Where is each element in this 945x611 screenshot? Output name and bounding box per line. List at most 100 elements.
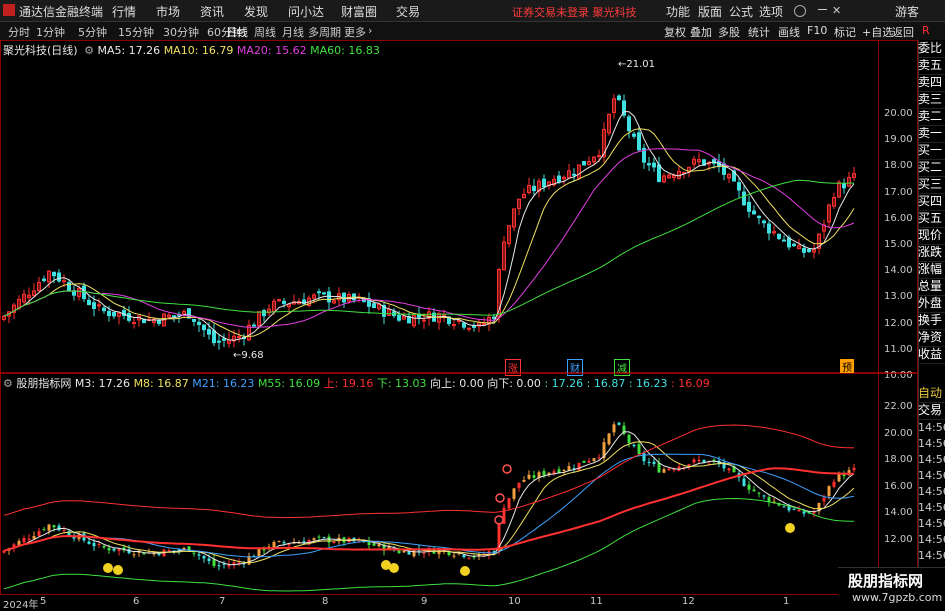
tool-draw-line[interactable]: 画线 [778, 24, 800, 40]
kline-candle [737, 182, 741, 191]
menu-options[interactable]: 选项 [759, 3, 783, 20]
sub-ytick: 20.00 [884, 427, 913, 439]
quote-row-3[interactable]: 卖三 [918, 91, 945, 109]
menu-function[interactable]: 功能 [666, 3, 690, 20]
menu-news[interactable]: 资讯 [200, 3, 224, 20]
menu-trade[interactable]: 交易 [396, 3, 420, 20]
menu-market[interactable]: 市场 [156, 3, 180, 20]
period-30min[interactable]: 30分钟 [163, 24, 199, 40]
indicator-candle [567, 466, 571, 471]
quote-row-9[interactable]: 买四 [918, 193, 945, 211]
ma5-line [3, 110, 855, 341]
indicator-candle [22, 538, 26, 543]
indicator-candle [507, 498, 511, 509]
tab-trade[interactable]: 交易 [918, 402, 945, 420]
menu-ask-xiaoda[interactable]: 问小达 [288, 3, 324, 20]
kline-candle [752, 210, 756, 215]
kline-candle [207, 329, 211, 335]
period-more[interactable]: 更多 [344, 24, 366, 40]
tool-statistics[interactable]: 统计 [748, 24, 770, 40]
chevron-right-icon[interactable]: › [368, 24, 372, 37]
quote-row-18[interactable]: 收益 [918, 346, 945, 364]
indicator-candle [657, 462, 661, 473]
indicator-candle [587, 460, 591, 463]
indicator-candle [27, 538, 31, 540]
kline-candle [472, 325, 476, 328]
tool-mark[interactable]: 标记 [834, 24, 856, 40]
indicator-candle [167, 550, 171, 552]
menu-discover[interactable]: 发现 [244, 3, 268, 20]
indicator-gear-icon[interactable]: ⚙ [3, 377, 13, 390]
quote-row-5[interactable]: 卖一 [918, 125, 945, 143]
indicator-candle [207, 558, 211, 562]
period-timeshare[interactable]: 分时 [8, 24, 30, 40]
tick-time: 14:56 [918, 549, 945, 562]
quote-row-12[interactable]: 涨跌 [918, 244, 945, 262]
menu-layout[interactable]: 版面 [698, 3, 722, 20]
period-monthly[interactable]: 月线 [282, 24, 304, 40]
quote-row-2[interactable]: 卖四 [918, 74, 945, 92]
main-ytick: 20.00 [884, 108, 913, 119]
period-multi[interactable]: 多周期 [308, 24, 341, 40]
tool-multi-stock[interactable]: 多股 [718, 24, 740, 40]
quote-row-0[interactable]: 委比 [918, 40, 945, 58]
right-panel-flag[interactable]: R [922, 24, 930, 37]
main-ytick: 16.00 [884, 212, 913, 224]
skin-icon[interactable] [794, 5, 806, 17]
indicator-candle [632, 444, 636, 447]
tick-time: 14:56 [918, 517, 945, 530]
indicator-candle [527, 474, 531, 479]
quote-row-17[interactable]: 净资 [918, 329, 945, 347]
quote-row-14[interactable]: 总量 [918, 278, 945, 296]
indicator-candle [397, 550, 401, 554]
indicator-candle [607, 433, 611, 445]
kline-candle [542, 178, 546, 188]
quote-row-13[interactable]: 涨幅 [918, 261, 945, 279]
indicator-candle [667, 468, 671, 471]
kline-candle [102, 307, 106, 312]
indicator-candle [112, 548, 116, 551]
menu-wealth-circle[interactable]: 财富圈 [341, 3, 377, 20]
menu-market-quotes[interactable]: 行情 [112, 3, 136, 20]
badge-forecast[interactable]: 预 [840, 359, 854, 374]
sub-ytick: 18.00 [884, 454, 913, 465]
tool-f10[interactable]: F10 [807, 24, 827, 37]
period-weekly[interactable]: 周线 [254, 24, 276, 40]
indicator-candle [132, 554, 136, 556]
guest-label[interactable]: 游客 [895, 3, 919, 20]
tick-time: 14:56 [918, 469, 945, 482]
quote-row-1[interactable]: 卖五 [918, 57, 945, 75]
quote-row-8[interactable]: 买三 [918, 176, 945, 194]
period-daily[interactable]: 日线 [226, 24, 248, 41]
tool-restore-rights[interactable]: 复权 [664, 24, 686, 40]
indicator-candle [202, 555, 206, 559]
m55-line [3, 467, 855, 552]
close-icon[interactable]: ✕ [832, 4, 841, 17]
indicator-candle [747, 484, 751, 490]
quote-row-4[interactable]: 卖二 [918, 108, 945, 126]
tool-back[interactable]: 返回 [892, 24, 914, 40]
quote-row-10[interactable]: 买五 [918, 210, 945, 228]
login-notice[interactable]: 证券交易未登录 聚光科技 [512, 4, 637, 20]
indicator-candle [52, 525, 56, 528]
minimize-icon[interactable] [818, 9, 827, 10]
kline-candle [647, 163, 651, 166]
quote-row-11[interactable]: 现价 [918, 227, 945, 245]
indicator-candle [812, 512, 816, 514]
quote-row-16[interactable]: 换手 [918, 312, 945, 330]
x-month-7: 7 [219, 596, 226, 607]
menu-formula[interactable]: 公式 [729, 3, 753, 20]
indicator-candle [832, 481, 836, 487]
tab-auto[interactable]: 自动 [918, 385, 945, 403]
quote-row-15[interactable]: 外盘 [918, 295, 945, 313]
period-15min[interactable]: 15分钟 [118, 24, 154, 40]
tool-add-watchlist[interactable]: +自选 [862, 24, 893, 40]
period-1min[interactable]: 1分钟 [36, 24, 65, 40]
quote-row-6[interactable]: 买一 [918, 142, 945, 160]
extra-value-4: : 16.09 [671, 377, 710, 390]
indicator-candle [32, 536, 36, 539]
quote-row-7[interactable]: 买二 [918, 159, 945, 177]
tool-overlay[interactable]: 叠加 [690, 24, 712, 40]
period-5min[interactable]: 5分钟 [78, 24, 107, 40]
kline-candle [792, 243, 796, 247]
